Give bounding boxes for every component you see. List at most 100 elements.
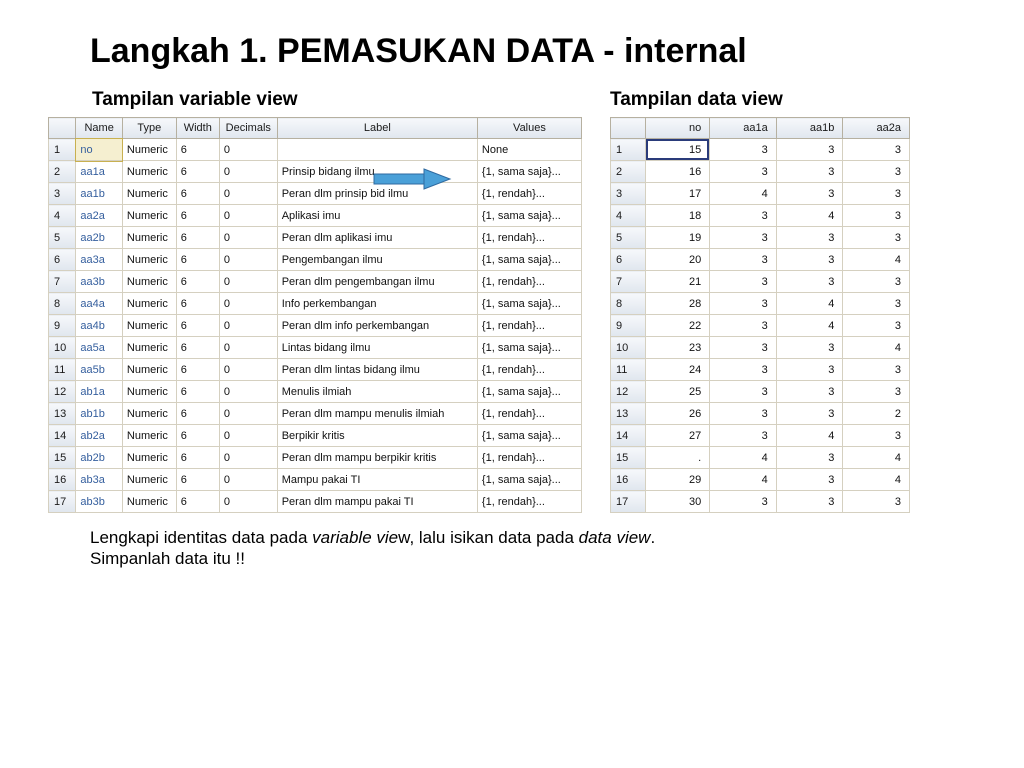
table-row[interactable]: 721333 — [611, 271, 910, 293]
cell[interactable]: {1, sama saja}... — [477, 469, 581, 491]
cell[interactable]: 0 — [219, 425, 277, 447]
cell[interactable]: Numeric — [122, 293, 176, 315]
row-header[interactable]: 1 — [611, 139, 646, 161]
row-header[interactable]: 10 — [611, 337, 646, 359]
cell[interactable]: 3 — [843, 315, 910, 337]
cell[interactable]: {1, rendah}... — [477, 403, 581, 425]
cell[interactable]: Numeric — [122, 139, 176, 161]
table-row[interactable]: 1023334 — [611, 337, 910, 359]
cell[interactable]: . — [646, 447, 710, 469]
row-header[interactable]: 2 — [49, 161, 76, 183]
cell[interactable]: aa4b — [76, 315, 122, 337]
row-header[interactable]: 17 — [49, 491, 76, 513]
cell[interactable]: no — [76, 139, 122, 161]
row-header[interactable]: 10 — [49, 337, 76, 359]
cell[interactable]: 0 — [219, 293, 277, 315]
row-header[interactable]: 7 — [49, 271, 76, 293]
cell[interactable]: 27 — [646, 425, 710, 447]
table-row[interactable]: 15.434 — [611, 447, 910, 469]
cell[interactable]: Peran dlm mampu pakai TI — [277, 491, 477, 513]
cell[interactable]: 3 — [843, 271, 910, 293]
table-row[interactable]: 620334 — [611, 249, 910, 271]
table-row[interactable]: 519333 — [611, 227, 910, 249]
cell[interactable]: 6 — [176, 315, 219, 337]
table-row[interactable]: 115333 — [611, 139, 910, 161]
cell[interactable]: Numeric — [122, 249, 176, 271]
cell[interactable]: aa1a — [76, 161, 122, 183]
cell[interactable]: Peran dlm mampu berpikir kritis — [277, 447, 477, 469]
table-row[interactable]: 9aa4bNumeric60Peran dlm info perkembanga… — [49, 315, 582, 337]
data-view-table[interactable]: noaa1aaa1baa2a 1153332163333174334183435… — [610, 117, 910, 513]
cell[interactable]: 4 — [843, 337, 910, 359]
table-row[interactable]: 14ab2aNumeric60Berpikir kritis{1, sama s… — [49, 425, 582, 447]
cell[interactable]: 4 — [710, 447, 777, 469]
cell[interactable]: 3 — [843, 205, 910, 227]
row-header[interactable]: 13 — [611, 403, 646, 425]
cell[interactable]: 0 — [219, 139, 277, 161]
row-header[interactable]: 8 — [49, 293, 76, 315]
cell[interactable]: Mampu pakai TI — [277, 469, 477, 491]
cell[interactable]: 3 — [776, 337, 843, 359]
cell[interactable]: 4 — [776, 293, 843, 315]
table-row[interactable]: 1629434 — [611, 469, 910, 491]
table-row[interactable]: 10aa5aNumeric60Lintas bidang ilmu{1, sam… — [49, 337, 582, 359]
table-row[interactable]: 17ab3bNumeric60Peran dlm mampu pakai TI{… — [49, 491, 582, 513]
cell[interactable]: 3 — [776, 249, 843, 271]
table-row[interactable]: 6aa3aNumeric60Pengembangan ilmu{1, sama … — [49, 249, 582, 271]
row-header[interactable]: 7 — [611, 271, 646, 293]
row-header[interactable]: 6 — [49, 249, 76, 271]
cell[interactable]: 3 — [710, 271, 777, 293]
table-row[interactable]: 1225333 — [611, 381, 910, 403]
cell[interactable]: 0 — [219, 205, 277, 227]
cell[interactable]: Numeric — [122, 469, 176, 491]
cell[interactable]: 3 — [710, 205, 777, 227]
cell[interactable]: 6 — [176, 293, 219, 315]
cell[interactable]: ab1b — [76, 403, 122, 425]
column-header[interactable]: Values — [477, 118, 581, 139]
cell[interactable]: 3 — [843, 491, 910, 513]
column-header[interactable]: aa1a — [710, 118, 777, 139]
cell[interactable]: 3 — [843, 293, 910, 315]
cell[interactable]: Numeric — [122, 227, 176, 249]
column-header[interactable]: no — [646, 118, 710, 139]
table-row[interactable]: 12ab1aNumeric60Menulis ilmiah{1, sama sa… — [49, 381, 582, 403]
variable-view-table[interactable]: NameTypeWidthDecimalsLabelValues 1noNume… — [48, 117, 582, 513]
cell[interactable]: 4 — [776, 315, 843, 337]
cell[interactable]: 6 — [176, 403, 219, 425]
cell[interactable]: 3 — [776, 403, 843, 425]
cell[interactable]: 6 — [176, 491, 219, 513]
cell[interactable]: 3 — [710, 315, 777, 337]
cell[interactable]: 6 — [176, 227, 219, 249]
cell[interactable]: 6 — [176, 447, 219, 469]
cell[interactable]: 3 — [776, 491, 843, 513]
cell[interactable]: 6 — [176, 161, 219, 183]
cell[interactable]: Numeric — [122, 381, 176, 403]
cell[interactable]: {1, rendah}... — [477, 491, 581, 513]
row-header[interactable]: 13 — [49, 403, 76, 425]
row-header[interactable]: 16 — [611, 469, 646, 491]
cell[interactable]: 3 — [710, 293, 777, 315]
table-row[interactable]: 16ab3aNumeric60Mampu pakai TI{1, sama sa… — [49, 469, 582, 491]
table-row[interactable]: 828343 — [611, 293, 910, 315]
cell[interactable]: 0 — [219, 183, 277, 205]
row-header[interactable]: 12 — [611, 381, 646, 403]
cell[interactable]: {1, rendah}... — [477, 447, 581, 469]
cell[interactable]: 3 — [710, 403, 777, 425]
cell[interactable]: {1, rendah}... — [477, 227, 581, 249]
cell[interactable]: 18 — [646, 205, 710, 227]
row-header[interactable]: 9 — [49, 315, 76, 337]
row-header[interactable]: 14 — [611, 425, 646, 447]
cell[interactable]: Pengembangan ilmu — [277, 249, 477, 271]
table-row[interactable]: 1326332 — [611, 403, 910, 425]
row-header[interactable]: 3 — [611, 183, 646, 205]
cell[interactable]: 4 — [710, 183, 777, 205]
cell[interactable]: Peran dlm info perkembangan — [277, 315, 477, 337]
cell[interactable]: {1, sama saja}... — [477, 161, 581, 183]
cell[interactable]: aa5b — [76, 359, 122, 381]
cell[interactable]: 3 — [843, 161, 910, 183]
table-row[interactable]: 1427343 — [611, 425, 910, 447]
cell[interactable]: Peran dlm mampu menulis ilmiah — [277, 403, 477, 425]
cell[interactable]: Aplikasi imu — [277, 205, 477, 227]
cell[interactable]: 6 — [176, 381, 219, 403]
cell[interactable]: 26 — [646, 403, 710, 425]
